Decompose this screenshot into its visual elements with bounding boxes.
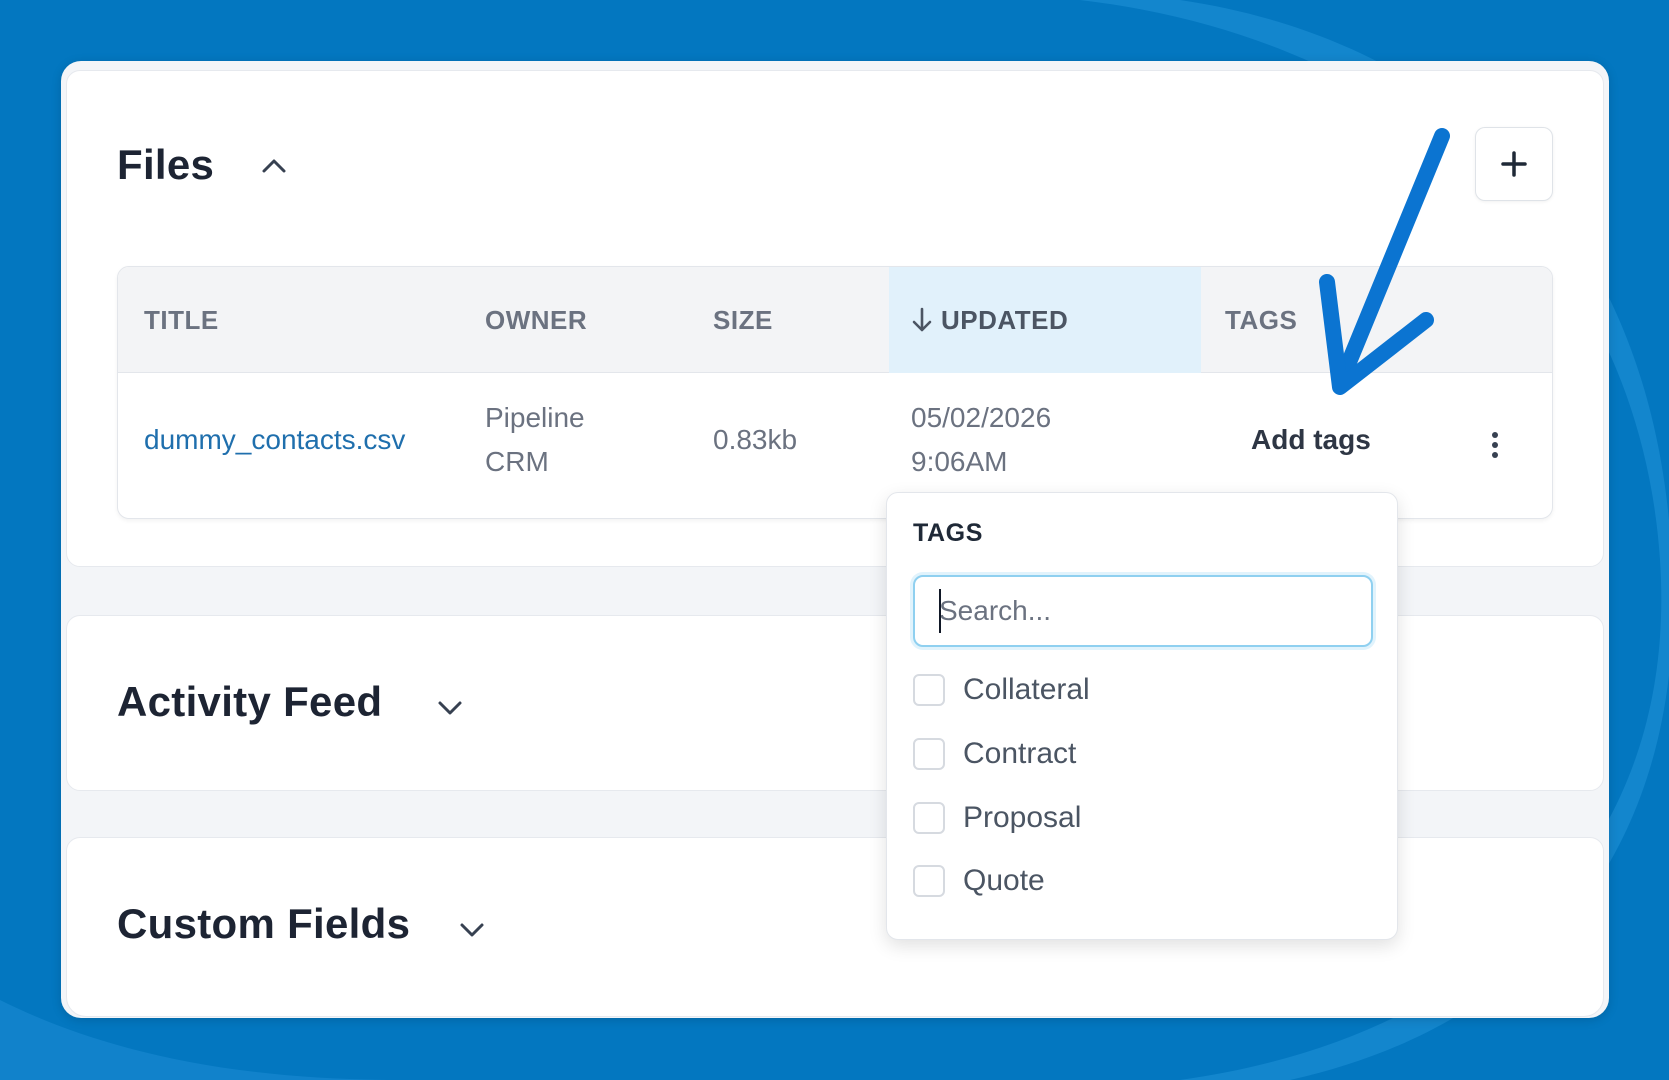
column-owner[interactable]: OWNER [485,267,587,373]
checkbox[interactable] [913,674,945,706]
column-title[interactable]: TITLE [144,267,219,373]
tags-dropdown: TAGS Collateral Contract Proposal Quote [886,492,1398,940]
more-options-icon[interactable] [1488,432,1502,464]
tag-option-proposal[interactable]: Proposal [913,798,1081,838]
add-tags-button[interactable]: Add tags [1251,418,1371,462]
tag-option-label: Proposal [963,801,1082,834]
column-updated-label: UPDATED [941,304,1069,335]
files-title: Files [117,141,215,188]
owner-line1: Pipeline [485,402,585,433]
text-cursor [939,589,941,633]
tag-option-label: Collateral [963,673,1090,706]
column-updated[interactable]: UPDATED [889,267,1201,373]
chevron-up-icon[interactable] [259,151,289,181]
owner-line2: CRM [485,446,549,477]
activity-feed-title: Activity Feed [117,678,383,725]
tag-option-label: Quote [963,864,1045,897]
chevron-down-icon[interactable] [435,693,465,723]
tag-option-quote[interactable]: Quote [913,861,1045,901]
files-table: TITLE OWNER SIZE UPDATED TAGS dummy_cont… [117,266,1553,519]
file-size: 0.83kb [713,424,798,455]
tags-search-input[interactable] [913,575,1373,647]
checkbox[interactable] [913,738,945,770]
file-title-link[interactable]: dummy_contacts.csv [144,418,405,462]
tags-dropdown-title: TAGS [913,519,983,547]
updated-date: 05/02/2026 [911,402,1052,433]
table-header: TITLE OWNER SIZE UPDATED TAGS [118,267,1552,373]
plus-icon [1501,151,1527,177]
column-size[interactable]: SIZE [713,267,773,373]
checkbox[interactable] [913,865,945,897]
custom-fields-title: Custom Fields [117,900,411,947]
add-file-button[interactable] [1475,127,1553,201]
tag-option-label: Contract [963,737,1077,770]
chevron-down-icon[interactable] [457,915,487,945]
checkbox[interactable] [913,802,945,834]
column-tags[interactable]: TAGS [1225,267,1297,373]
tag-option-collateral[interactable]: Collateral [913,670,1090,710]
arrow-down-icon [912,307,932,332]
updated-time: 9:06AM [911,446,1008,477]
tag-option-contract[interactable]: Contract [913,734,1076,774]
